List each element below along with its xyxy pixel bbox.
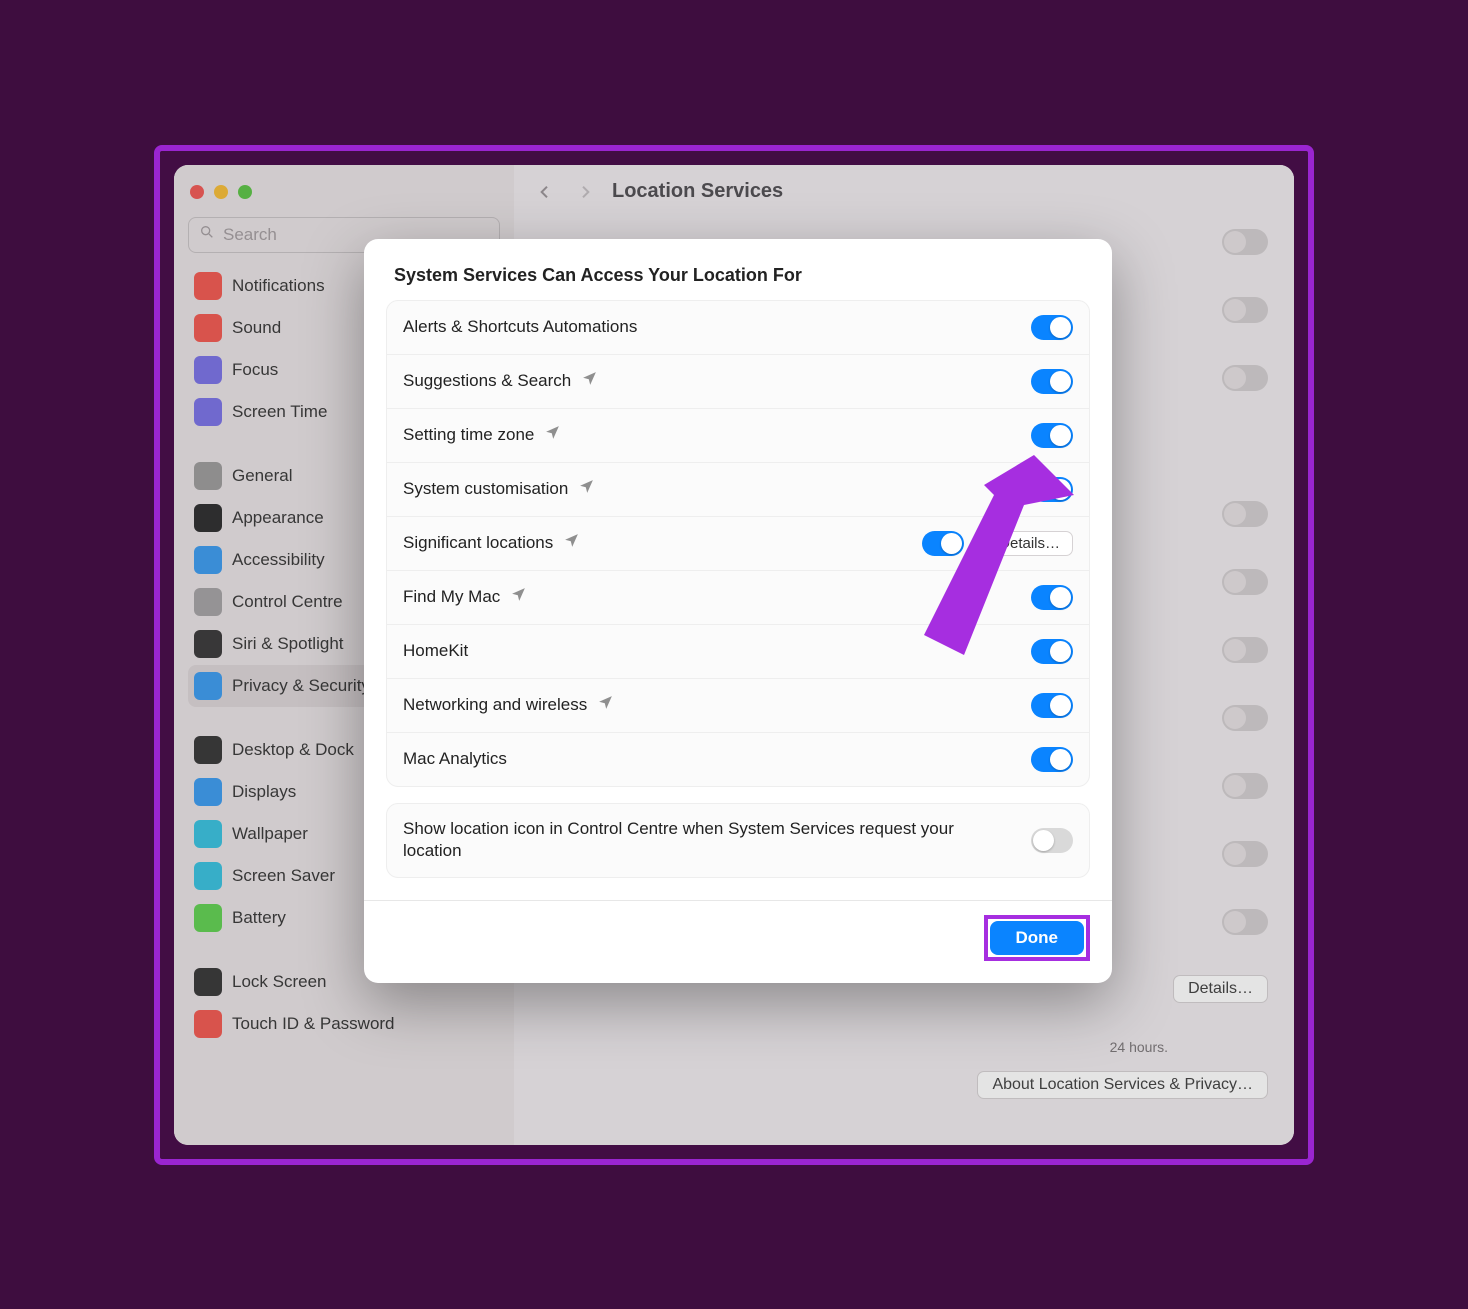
service-toggle[interactable] <box>1031 747 1073 772</box>
service-row: Suggestions & Search <box>387 355 1089 409</box>
service-toggle[interactable] <box>1031 315 1073 340</box>
sidebar-item-label: Notifications <box>232 276 325 296</box>
sidebar-item-icon <box>194 862 222 890</box>
sidebar-item-icon <box>194 672 222 700</box>
sidebar-item-label: Sound <box>232 318 281 338</box>
bg-details-button[interactable]: Details… <box>1173 975 1268 1003</box>
sidebar-item-icon <box>194 968 222 996</box>
service-label: Alerts & Shortcuts Automations <box>403 317 637 337</box>
bg-hours-text: 24 hours. <box>1110 1039 1168 1055</box>
location-arrow-icon <box>578 478 595 500</box>
service-label: Networking and wireless <box>403 695 587 715</box>
bg-toggle[interactable] <box>1222 501 1268 527</box>
sidebar-item-label: Screen Saver <box>232 866 335 886</box>
modal-footer: Done <box>364 915 1112 961</box>
sidebar-item-icon <box>194 630 222 658</box>
sidebar-item-label: Wallpaper <box>232 824 308 844</box>
sidebar-item-icon <box>194 778 222 806</box>
service-label: Suggestions & Search <box>403 371 571 391</box>
bg-toggle[interactable] <box>1222 705 1268 731</box>
sidebar-item-icon <box>194 736 222 764</box>
sidebar-item[interactable]: Touch ID & Password <box>188 1003 500 1045</box>
done-button[interactable]: Done <box>990 921 1085 955</box>
location-arrow-icon <box>510 586 527 608</box>
system-settings-window: Search Notifications Sound Focus Screen Tim… <box>174 165 1294 1145</box>
service-toggle[interactable] <box>1031 369 1073 394</box>
bg-toggle[interactable] <box>1222 637 1268 663</box>
sidebar-item-icon <box>194 820 222 848</box>
sidebar-item-icon <box>194 546 222 574</box>
sidebar-item-label: Privacy & Security <box>232 676 370 696</box>
service-toggle[interactable] <box>1031 423 1073 448</box>
sidebar-item-label: Touch ID & Password <box>232 1014 395 1034</box>
bg-toggle[interactable] <box>1222 909 1268 935</box>
service-label: Mac Analytics <box>403 749 507 769</box>
location-arrow-icon <box>581 370 598 392</box>
service-label: Significant locations <box>403 533 553 553</box>
sidebar-item-icon <box>194 504 222 532</box>
modal-show-icon-group: Show location icon in Control Centre whe… <box>386 803 1090 879</box>
service-label: HomeKit <box>403 641 468 661</box>
service-label: System customisation <box>403 479 568 499</box>
location-arrow-icon <box>544 424 561 446</box>
service-label: Find My Mac <box>403 587 500 607</box>
zoom-dot-icon[interactable] <box>238 185 252 199</box>
show-location-icon-label: Show location icon in Control Centre whe… <box>403 818 963 864</box>
sidebar-item-label: Battery <box>232 908 286 928</box>
modal-separator <box>364 900 1112 901</box>
bg-toggle[interactable] <box>1222 365 1268 391</box>
search-placeholder: Search <box>223 225 277 245</box>
service-toggle[interactable] <box>1031 693 1073 718</box>
done-highlight-box: Done <box>984 915 1091 961</box>
bg-toggle[interactable] <box>1222 229 1268 255</box>
show-location-icon-toggle[interactable] <box>1031 828 1073 853</box>
close-dot-icon[interactable] <box>190 185 204 199</box>
sidebar-item-icon <box>194 904 222 932</box>
modal-title: System Services Can Access Your Location… <box>364 265 1112 300</box>
service-row: Alerts & Shortcuts Automations <box>387 301 1089 355</box>
sidebar-item-icon <box>194 1010 222 1038</box>
bg-toggle[interactable] <box>1222 297 1268 323</box>
sidebar-item-icon <box>194 356 222 384</box>
sidebar-item-icon <box>194 272 222 300</box>
sidebar-item-icon <box>194 314 222 342</box>
show-location-icon-row: Show location icon in Control Centre whe… <box>387 804 1089 878</box>
sidebar-item-label: Control Centre <box>232 592 343 612</box>
back-button[interactable] <box>532 179 558 205</box>
sidebar-item-label: Focus <box>232 360 278 380</box>
window-traffic-lights <box>190 185 500 199</box>
service-row: Mac Analytics <box>387 733 1089 786</box>
forward-button[interactable] <box>572 179 598 205</box>
sidebar-item-label: Screen Time <box>232 402 327 422</box>
sidebar-item-label: Displays <box>232 782 296 802</box>
search-icon <box>199 224 215 245</box>
sidebar-item-icon <box>194 398 222 426</box>
bg-toggle[interactable] <box>1222 773 1268 799</box>
service-row: Networking and wireless <box>387 679 1089 733</box>
sidebar-item-label: General <box>232 466 292 486</box>
minimize-dot-icon[interactable] <box>214 185 228 199</box>
sidebar-item-label: Accessibility <box>232 550 325 570</box>
about-location-button[interactable]: About Location Services & Privacy… <box>977 1071 1268 1099</box>
page-title: Location Services <box>612 180 783 203</box>
sidebar-item-label: Lock Screen <box>232 972 327 992</box>
bg-toggle[interactable] <box>1222 841 1268 867</box>
bg-toggle[interactable] <box>1222 569 1268 595</box>
location-arrow-icon <box>563 532 580 554</box>
sidebar-item-label: Desktop & Dock <box>232 740 354 760</box>
annotation-arrow-icon <box>914 455 1074 660</box>
sidebar-item-label: Siri & Spotlight <box>232 634 344 654</box>
service-label: Setting time zone <box>403 425 534 445</box>
location-arrow-icon <box>597 694 614 716</box>
sidebar-item-label: Appearance <box>232 508 324 528</box>
main-header: Location Services <box>514 165 1294 219</box>
sidebar-item-icon <box>194 462 222 490</box>
sidebar-item-icon <box>194 588 222 616</box>
